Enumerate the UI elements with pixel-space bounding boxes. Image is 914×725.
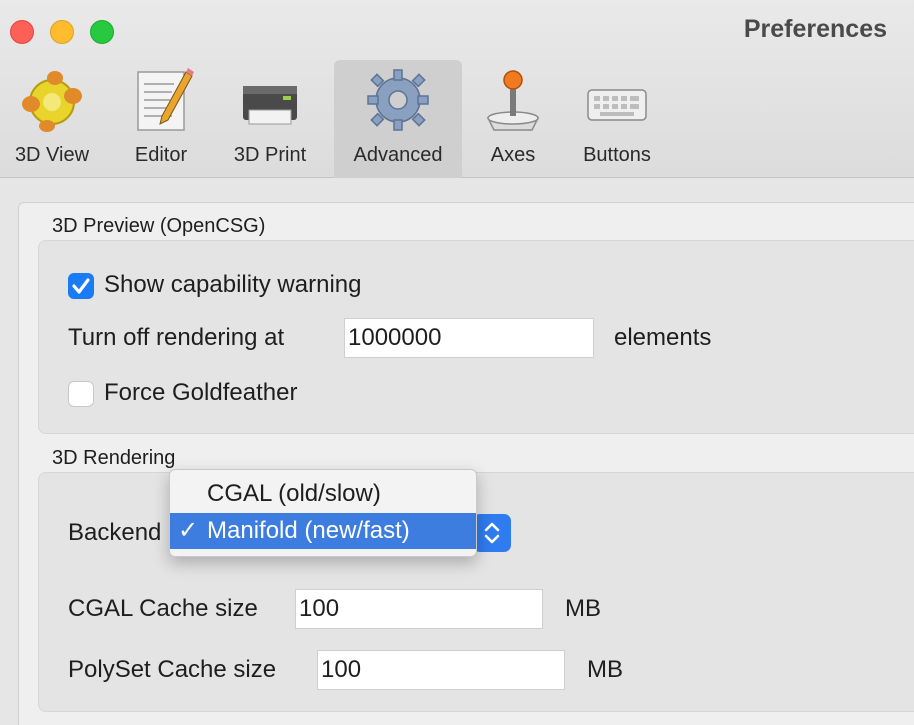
tab-3d-print[interactable]: 3D Print [222, 60, 318, 178]
minimize-window-button[interactable] [50, 20, 74, 44]
tab-label: Advanced [353, 144, 443, 166]
polyset-cache-unit-label: MB [587, 656, 623, 683]
gear-icon [367, 69, 429, 131]
show-capability-warning-label: Show capability warning [104, 271, 362, 298]
cgal-cache-unit-label: MB [565, 595, 601, 622]
backend-option-cgal[interactable]: CGAL (old/slow) [170, 476, 476, 512]
tab-label: Editor [134, 144, 188, 166]
tab-advanced[interactable]: Advanced [334, 60, 462, 178]
backend-select-stepper[interactable] [473, 514, 511, 552]
checkmark-icon: ✓ [178, 517, 199, 544]
option-label: Manifold (new/fast) [207, 517, 410, 544]
up-down-chevron-icon [484, 522, 500, 544]
rendering-group-title: 3D Rendering [52, 447, 176, 469]
tab-label: Axes [490, 144, 536, 166]
backend-option-manifold[interactable]: ✓ Manifold (new/fast) [170, 513, 476, 549]
cgal-cache-size-label: CGAL Cache size [68, 595, 258, 622]
zoom-window-button[interactable] [90, 20, 114, 44]
cgal-cache-size-input[interactable]: 100 [295, 589, 543, 629]
window-titlebar: Preferences 3D View Editor 3D Print Adva… [0, 0, 914, 178]
tab-axes[interactable]: Axes [474, 60, 552, 178]
polyset-cache-size-label: PolySet Cache size [68, 656, 277, 683]
close-window-button[interactable] [10, 20, 34, 44]
option-label: CGAL (old/slow) [207, 480, 381, 507]
preview-group-title: 3D Preview (OpenCSG) [52, 215, 266, 237]
elements-unit-label: elements [614, 324, 712, 351]
keyboard-icon [587, 89, 647, 121]
polyset-cache-size-input[interactable]: 100 [317, 650, 565, 690]
tab-buttons[interactable]: Buttons [572, 60, 662, 178]
backend-popup-menu: CGAL (old/slow) ✓ Manifold (new/fast) [169, 469, 477, 557]
turn-off-rendering-input[interactable]: 1000000 [344, 318, 594, 358]
tab-label: Buttons [583, 144, 651, 166]
3d-view-icon [22, 71, 82, 132]
force-goldfeather-label: Force Goldfeather [104, 379, 298, 406]
editor-icon [137, 68, 194, 131]
window-title: Preferences [743, 15, 887, 43]
tab-label: 3D Print [233, 144, 307, 166]
backend-label: Backend [68, 519, 162, 546]
joystick-icon [486, 70, 540, 131]
show-capability-warning-checkbox[interactable] [68, 273, 94, 299]
printer-icon [243, 86, 297, 125]
tab-3d-view[interactable]: 3D View [0, 60, 104, 178]
force-goldfeather-checkbox[interactable] [68, 381, 94, 407]
checkmark-icon [72, 278, 90, 294]
tab-editor[interactable]: Editor [118, 60, 204, 178]
turn-off-rendering-label: Turn off rendering at [68, 324, 285, 351]
tab-label: 3D View [14, 144, 90, 166]
